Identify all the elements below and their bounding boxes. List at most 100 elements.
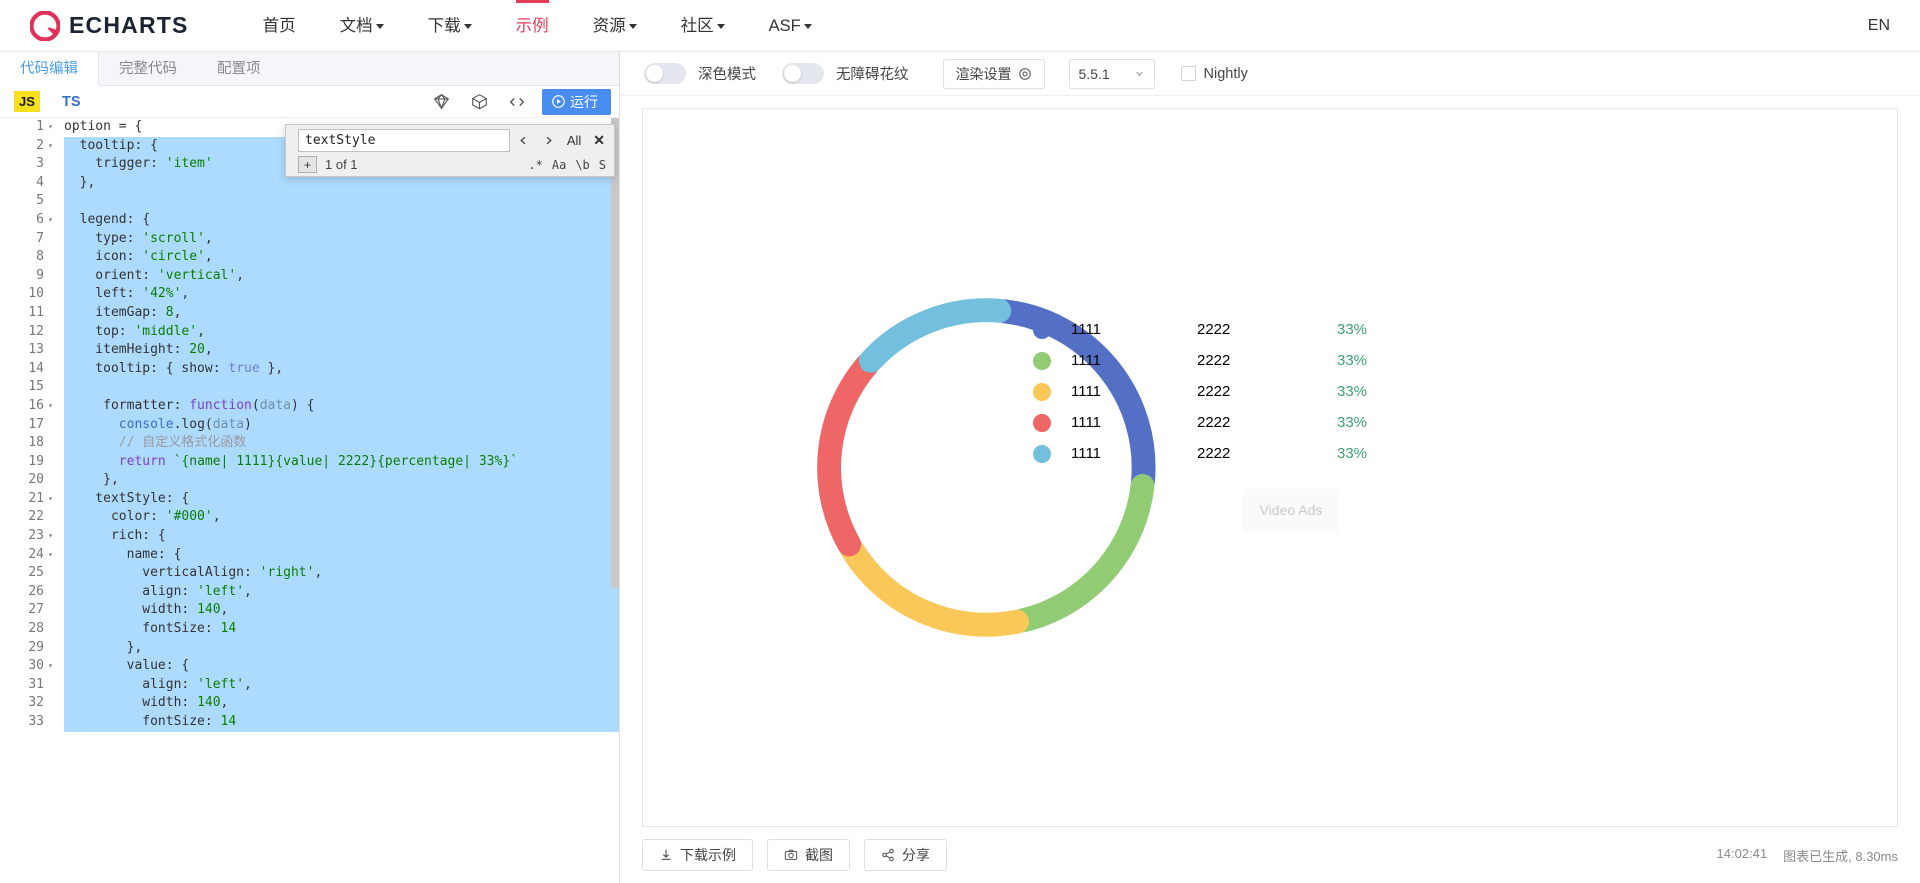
code-line[interactable]: value: { bbox=[64, 657, 619, 676]
code-line[interactable] bbox=[64, 192, 619, 211]
code-line[interactable]: rich: { bbox=[64, 527, 619, 546]
legend-value: 2222 bbox=[1197, 321, 1231, 338]
nav-item-asf[interactable]: ASF bbox=[747, 0, 834, 52]
close-icon[interactable]: ✕ bbox=[588, 132, 610, 149]
nav-label: 示例 bbox=[515, 16, 549, 35]
render-settings-label: 渲染设置 bbox=[955, 65, 1012, 82]
match-case-icon[interactable]: Aa bbox=[552, 158, 566, 172]
pie-slice[interactable] bbox=[1010, 473, 1155, 633]
whole-word-icon[interactable]: \b bbox=[575, 158, 589, 172]
cube-icon[interactable] bbox=[460, 86, 498, 118]
find-next-icon[interactable] bbox=[538, 130, 560, 152]
chart-preview-frame[interactable]: 1111 2222 33% 1111 2222 33% 1111 2222 33% 1111 222… bbox=[642, 108, 1898, 827]
code-line[interactable]: textStyle: { bbox=[64, 489, 619, 509]
code-line[interactable]: // 自定义格式化函数 bbox=[64, 434, 619, 453]
lang-toggle-ts[interactable]: TS bbox=[62, 94, 81, 110]
code-line[interactable]: width: 140, bbox=[64, 601, 619, 621]
code-line[interactable]: icon: 'circle', bbox=[64, 248, 619, 267]
code-line[interactable]: fontSize: 14 bbox=[64, 713, 619, 732]
regex-icon[interactable]: .* bbox=[528, 158, 542, 172]
code-icon[interactable] bbox=[498, 86, 536, 118]
code-line[interactable]: }, bbox=[64, 638, 619, 658]
code-line[interactable]: name: { bbox=[64, 545, 619, 565]
legend-item[interactable]: 1111 2222 33% bbox=[1033, 345, 1397, 376]
brand-logo[interactable]: ECHARTS bbox=[30, 10, 189, 41]
accessibility-pattern-label: 无障碍花纹 bbox=[836, 67, 909, 83]
search-scope-icon[interactable]: S bbox=[599, 158, 606, 172]
find-all-button[interactable]: All bbox=[563, 133, 585, 148]
editor-scrollbar-thumb[interactable] bbox=[611, 118, 619, 588]
find-widget[interactable]: All ✕ + 1 of 1 .* Aa \b S bbox=[285, 124, 615, 177]
nav-items: 首页 文档 下载 示例 资源 社区 ASF bbox=[241, 0, 834, 52]
code-line[interactable]: itemHeight: 20, bbox=[64, 341, 619, 360]
line-number: 16 ▾ bbox=[28, 397, 53, 413]
nav-item-resources[interactable]: 资源 bbox=[571, 0, 659, 52]
legend-percentage: 33% bbox=[1337, 321, 1368, 338]
screenshot-button[interactable]: 截图 bbox=[767, 839, 850, 871]
code-line[interactable]: }, bbox=[64, 471, 619, 490]
legend-item[interactable]: 1111 2222 33% bbox=[1033, 407, 1397, 438]
code-line[interactable]: orient: 'vertical', bbox=[64, 266, 619, 286]
code-line[interactable]: return `{name| 1111}{value| 2222}{percen… bbox=[64, 452, 619, 472]
lang-toggle-js[interactable]: JS bbox=[14, 91, 40, 112]
pie-slice[interactable] bbox=[817, 352, 880, 557]
code-line[interactable]: tooltip: { show: true }, bbox=[64, 359, 619, 379]
render-settings-button[interactable]: 渲染设置 bbox=[942, 58, 1045, 89]
find-input[interactable] bbox=[298, 129, 510, 152]
line-number: i17 bbox=[28, 416, 44, 432]
code-line[interactable]: formatter: function(data) { bbox=[64, 396, 619, 416]
tab-code-editor[interactable]: 代码编辑 bbox=[0, 52, 99, 86]
pie-slice[interactable] bbox=[858, 298, 1012, 373]
code-line[interactable]: align: 'left', bbox=[64, 675, 619, 695]
legend-percentage: 33% bbox=[1337, 445, 1368, 462]
nav-item-docs[interactable]: 文档 bbox=[318, 0, 406, 52]
echarts-examples-page: ECHARTS 首页 文档 下载 示例 资源 社区 ASF EN 代码编辑 完整… bbox=[0, 0, 1920, 883]
legend-percentage: 33% bbox=[1337, 414, 1368, 431]
legend-item[interactable]: 1111 2222 33% bbox=[1033, 314, 1397, 345]
code-line[interactable]: width: 140, bbox=[64, 694, 619, 713]
find-expand-button[interactable]: + bbox=[298, 156, 317, 173]
find-previous-icon[interactable] bbox=[513, 130, 535, 152]
code-line[interactable]: type: 'scroll', bbox=[64, 229, 619, 249]
code-editor[interactable]: 1▾ 2▾ 3 4 5 6▾ 7 8 9 10 11 12 13 14 15 16▾ i17 18 i19 20 21▾… bbox=[0, 118, 619, 883]
editor-scrollbar-track[interactable] bbox=[611, 118, 619, 883]
code-content[interactable]: option = { tooltip: { trigger: 'item' },… bbox=[52, 118, 619, 732]
tab-options[interactable]: 配置项 bbox=[197, 52, 281, 86]
nav-item-examples[interactable]: 示例 bbox=[494, 0, 571, 52]
code-line[interactable]: align: 'left', bbox=[64, 582, 619, 602]
tab-full-code[interactable]: 完整代码 bbox=[99, 52, 197, 86]
nav-item-download[interactable]: 下载 bbox=[406, 0, 494, 52]
line-number: 8 bbox=[36, 249, 44, 265]
share-button[interactable]: 分享 bbox=[864, 839, 947, 871]
nightly-checkbox[interactable] bbox=[1180, 66, 1196, 81]
download-example-button[interactable]: 下载示例 bbox=[642, 839, 753, 871]
legend-item[interactable]: 1111 2222 33% bbox=[1033, 376, 1397, 407]
accessibility-pattern-toggle[interactable] bbox=[782, 63, 824, 84]
nightly-option[interactable]: Nightly bbox=[1180, 66, 1248, 82]
nav-item-community[interactable]: 社区 bbox=[659, 0, 747, 52]
legend-color-dot bbox=[1033, 382, 1051, 401]
code-line[interactable] bbox=[64, 378, 619, 397]
dark-mode-toggle[interactable] bbox=[644, 63, 686, 84]
run-button[interactable]: 运行 bbox=[542, 88, 611, 115]
main-split: 代码编辑 完整代码 配置项 JS TS 运行 1 ▾ 2 ▾ 3 4 5 6 ▾… bbox=[0, 52, 1920, 883]
language-switch[interactable]: EN bbox=[1868, 17, 1898, 35]
nav-item-home[interactable]: 首页 bbox=[241, 0, 318, 52]
code-line[interactable]: color: '#000', bbox=[64, 508, 619, 528]
legend-item[interactable]: 1111 2222 33% bbox=[1033, 438, 1397, 469]
version-select[interactable]: 5.5.1 bbox=[1068, 58, 1155, 89]
pie-slice[interactable] bbox=[840, 537, 1030, 637]
code-line[interactable]: verticalAlign: 'right', bbox=[64, 564, 619, 583]
preview-toolbar: 深色模式 无障碍花纹 渲染设置 5.5.1 Nightly bbox=[620, 52, 1920, 96]
code-line[interactable]: fontSize: 14 bbox=[64, 620, 619, 639]
gem-icon[interactable] bbox=[422, 86, 460, 118]
code-line[interactable]: legend: { bbox=[64, 210, 619, 230]
render-time: 14:02:41 bbox=[1716, 845, 1768, 861]
editor-toolbar: JS TS 运行 bbox=[0, 86, 619, 118]
echarts-logo-icon bbox=[30, 10, 60, 41]
code-line[interactable]: console.log(data) bbox=[64, 415, 619, 435]
code-line[interactable]: itemGap: 8, bbox=[64, 303, 619, 323]
code-line[interactable]: left: '42%', bbox=[64, 285, 619, 304]
code-line[interactable]: top: 'middle', bbox=[64, 322, 619, 342]
chart-canvas[interactable]: 1111 2222 33% 1111 2222 33% 1111 2222 33% 1111 222… bbox=[643, 109, 1897, 826]
